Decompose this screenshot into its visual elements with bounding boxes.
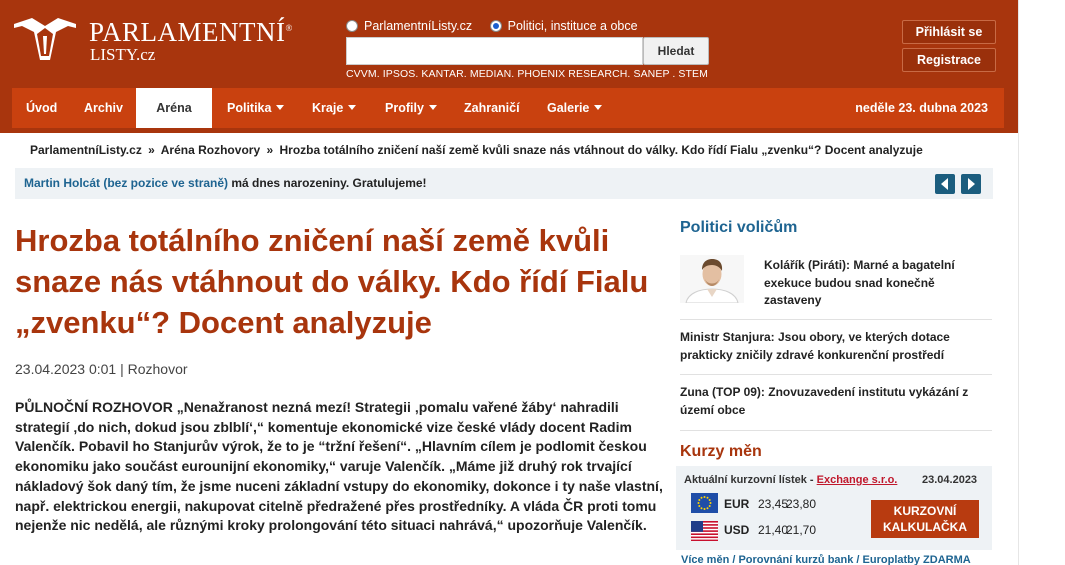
chevron-down-icon bbox=[348, 105, 357, 110]
currency-sell-eur: 23,80 bbox=[786, 497, 817, 511]
avatar[interactable] bbox=[680, 255, 744, 303]
chevron-down-icon bbox=[276, 105, 285, 110]
breadcrumb-separator: » bbox=[148, 143, 155, 157]
currency-calculator-button[interactable]: KURZOVNÍ KALKULAČKA bbox=[871, 500, 979, 538]
rates-more-links[interactable]: Více měn / Porovnání kurzů bank / Europl… bbox=[681, 554, 971, 565]
breadcrumb-item-arena[interactable]: Aréna bbox=[161, 143, 195, 157]
birthday-person-link[interactable]: Martin Holcát (bez pozice ve straně) bbox=[24, 176, 228, 190]
site-header: PARLAMENTNÍ® LISTY.cz ParlamentníListy.c… bbox=[0, 0, 1018, 133]
logo-title: PARLAMENTNÍ bbox=[89, 17, 286, 47]
nav-item-zahranici[interactable]: Zahraničí bbox=[464, 88, 520, 128]
currency-buy-eur: 23,45 bbox=[758, 497, 789, 511]
birthday-text: Martin Holcát (bez pozice ve straně) má … bbox=[24, 176, 427, 190]
search-input[interactable] bbox=[346, 37, 643, 65]
breadcrumb: ParlamentníListy.cz » Aréna Rozhovory » … bbox=[30, 143, 923, 157]
us-flag-icon bbox=[691, 521, 718, 541]
main-nav: Úvod Archiv Aréna Politika Kraje Profily… bbox=[12, 88, 1004, 128]
search-scope-radio-politicians[interactable] bbox=[489, 20, 502, 32]
poll-sources: CVVM. IPSOS. KANTAR. MEDIAN. PHOENIX RES… bbox=[346, 68, 708, 80]
search-scope-label-politicians: Politici, instituce a obce bbox=[507, 19, 638, 33]
logo-registered-mark: ® bbox=[285, 23, 293, 33]
divider bbox=[680, 374, 992, 375]
login-button[interactable]: Přihlásit se bbox=[902, 20, 996, 44]
search-scope-radio-site[interactable] bbox=[346, 20, 358, 32]
current-date: neděle 23. dubna 2023 bbox=[855, 101, 988, 115]
nav-item-politika[interactable]: Politika bbox=[227, 88, 285, 128]
site-logo[interactable]: PARLAMENTNÍ® LISTY.cz bbox=[12, 16, 292, 66]
article-perex: PŮLNOČNÍ ROZHOVOR „Nenažranost nezná mez… bbox=[15, 399, 663, 534]
kurzy-heading: Kurzy měn bbox=[680, 443, 762, 460]
birthday-next-button[interactable] bbox=[961, 174, 981, 194]
chevron-left-icon bbox=[941, 178, 948, 190]
book-logo-icon bbox=[14, 18, 76, 60]
breadcrumb-separator: » bbox=[266, 143, 274, 157]
article-title: Hrozba totálního zničení naší země kvůli… bbox=[15, 223, 649, 340]
search-button[interactable]: Hledat bbox=[643, 37, 709, 65]
nav-item-profily[interactable]: Profily bbox=[385, 88, 437, 128]
search-scope: ParlamentníListy.cz Politici, instituce … bbox=[346, 19, 652, 33]
rates-date: 23.04.2023 bbox=[922, 474, 978, 486]
currency-buy-usd: 21,40 bbox=[758, 523, 789, 537]
nav-item-kraje[interactable]: Kraje bbox=[312, 88, 357, 128]
currency-sell-usd: 21,70 bbox=[786, 523, 817, 537]
politici-item[interactable]: Zuna (TOP 09): Znovuzavedení institutu v… bbox=[680, 384, 992, 419]
breadcrumb-item-home[interactable]: ParlamentníListy.cz bbox=[30, 143, 142, 157]
chevron-down-icon bbox=[594, 105, 603, 110]
breadcrumb-item-current: Hrozba totálního zničení naší země kvůli… bbox=[279, 143, 923, 157]
currency-code-eur: EUR bbox=[724, 497, 750, 511]
currency-code-usd: USD bbox=[724, 523, 750, 537]
page-margin bbox=[1018, 0, 1065, 565]
birthday-message: má dnes narozeniny. Gratulujeme! bbox=[228, 176, 427, 190]
rates-header: Aktuální kurzovní lístek - Exchange s.r.… bbox=[684, 474, 898, 486]
chevron-down-icon bbox=[428, 105, 437, 110]
birthday-prev-button[interactable] bbox=[935, 174, 955, 194]
breadcrumb-item-rozhovory[interactable]: Rozhovory bbox=[198, 143, 260, 157]
divider bbox=[680, 319, 992, 320]
nav-item-uvod[interactable]: Úvod bbox=[26, 88, 57, 128]
chevron-right-icon bbox=[968, 178, 975, 190]
article-meta: 23.04.2023 0:01 | Rozhovor bbox=[15, 361, 188, 377]
nav-item-galerie[interactable]: Galerie bbox=[547, 88, 603, 128]
birthday-bar: Martin Holcát (bez pozice ve straně) má … bbox=[15, 168, 993, 199]
rates-provider-link[interactable]: Exchange s.r.o. bbox=[817, 474, 898, 486]
page: PARLAMENTNÍ® LISTY.cz ParlamentníListy.c… bbox=[0, 0, 1018, 565]
eu-flag-icon bbox=[691, 493, 718, 513]
politici-item[interactable]: Ministr Stanjura: Jsou obory, ve kterých… bbox=[680, 329, 992, 364]
nav-item-archiv[interactable]: Archiv bbox=[84, 88, 123, 128]
divider bbox=[680, 430, 992, 431]
logo-subtitle: LISTY.cz bbox=[90, 45, 156, 64]
search-scope-label-site: ParlamentníListy.cz bbox=[364, 19, 473, 33]
register-button[interactable]: Registrace bbox=[902, 48, 996, 72]
nav-item-arena[interactable]: Aréna bbox=[136, 88, 212, 128]
politici-heading[interactable]: Politici voličům bbox=[680, 219, 797, 237]
politici-item[interactable]: Kolářík (Piráti): Marné a bagatelní exek… bbox=[764, 257, 992, 310]
